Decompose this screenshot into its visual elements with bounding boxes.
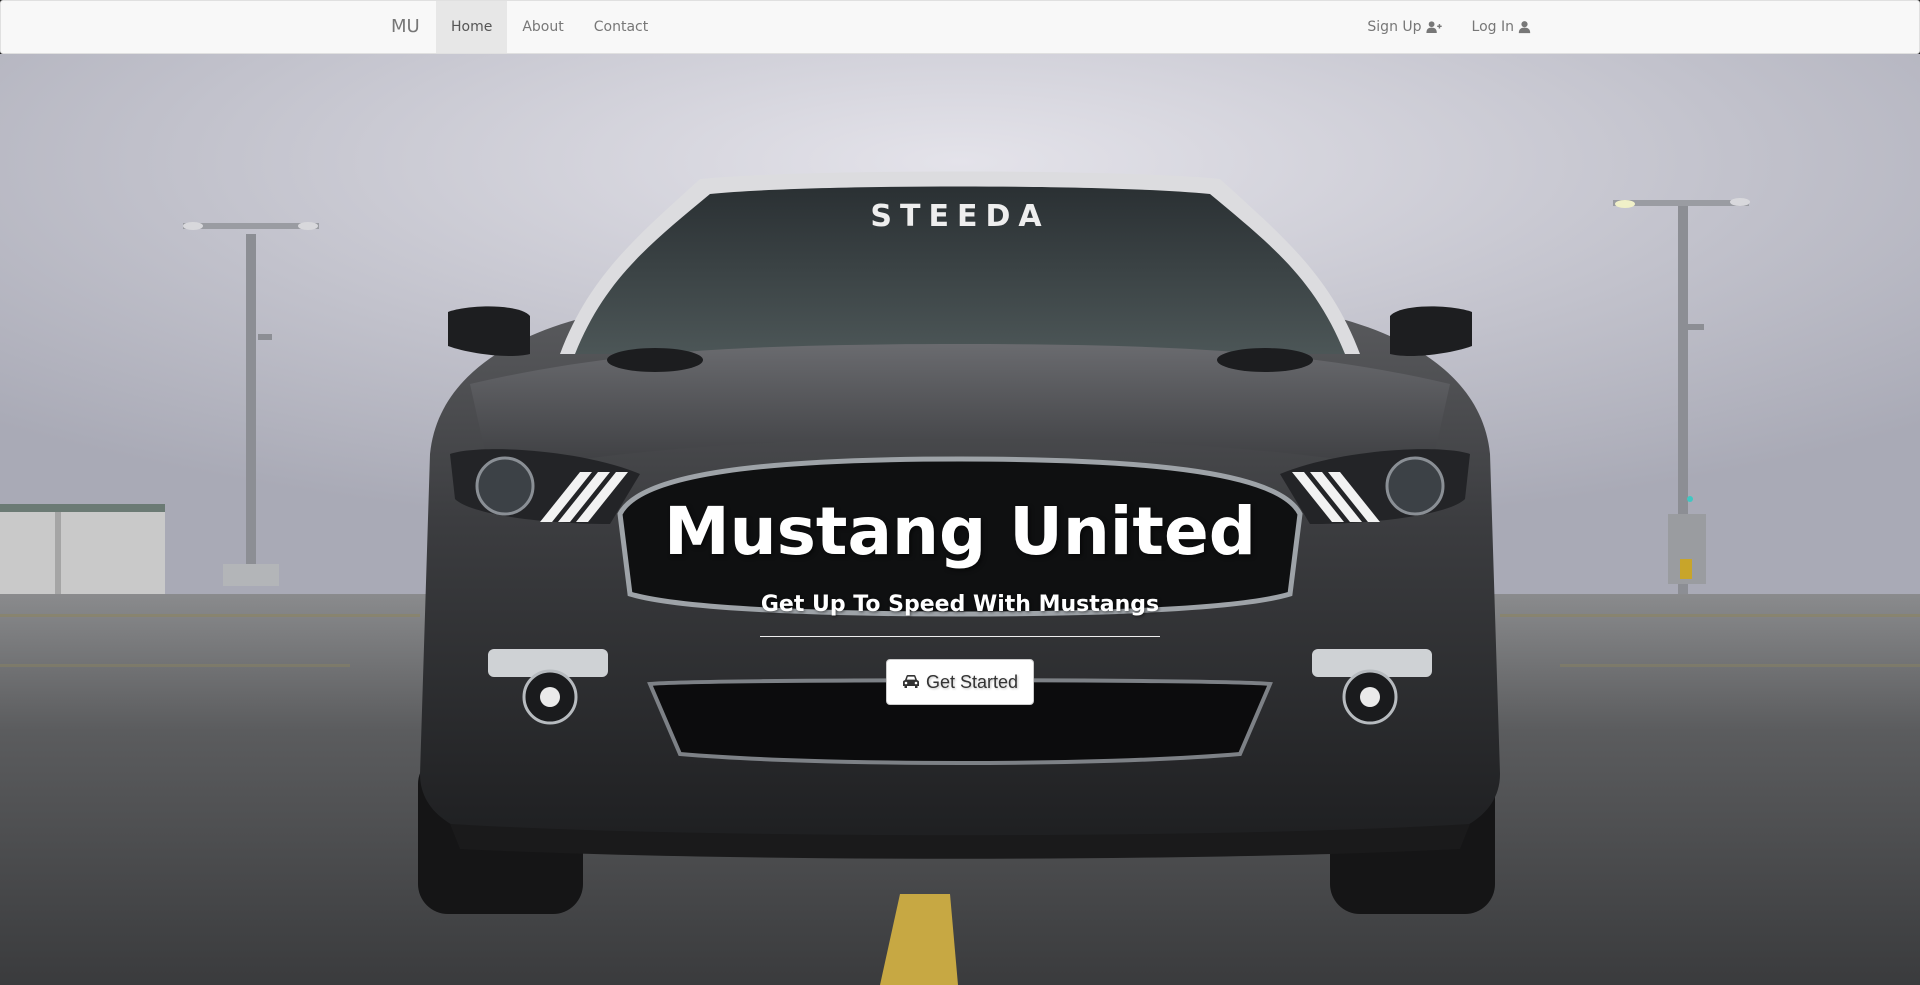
user-icon <box>1518 21 1531 34</box>
log-in-label: Log In <box>1471 19 1514 35</box>
hero-title: Mustang United <box>663 493 1256 570</box>
nav-home-link[interactable]: Home <box>436 1 508 53</box>
nav-contact-link[interactable]: Contact <box>579 1 663 53</box>
hero-section: STEEDA Mustang United Get Up To Speed Wi… <box>0 54 1920 985</box>
navbar-container: MU Home About Contact Sign Up Log In <box>376 1 1546 53</box>
get-started-label: Get Started <box>925 671 1019 692</box>
user-plus-icon <box>1425 21 1442 33</box>
primary-nav: Home About Contact <box>436 1 663 53</box>
account-nav: Sign Up Log In <box>1352 1 1546 53</box>
nav-about-link[interactable]: About <box>507 1 578 53</box>
get-started-button[interactable]: Get Started <box>886 659 1034 705</box>
sign-up-link[interactable]: Sign Up <box>1352 1 1456 53</box>
windshield-banner-text: STEEDA <box>870 199 1049 234</box>
brand-logo-link[interactable]: MU <box>376 1 435 53</box>
car-icon <box>902 675 919 688</box>
top-navbar: MU Home About Contact Sign Up Log In <box>0 0 1920 54</box>
hero-divider <box>760 636 1160 637</box>
log-in-link[interactable]: Log In <box>1457 1 1546 53</box>
sign-up-label: Sign Up <box>1367 19 1422 35</box>
hero-subtitle: Get Up To Speed With Mustangs <box>760 592 1160 617</box>
